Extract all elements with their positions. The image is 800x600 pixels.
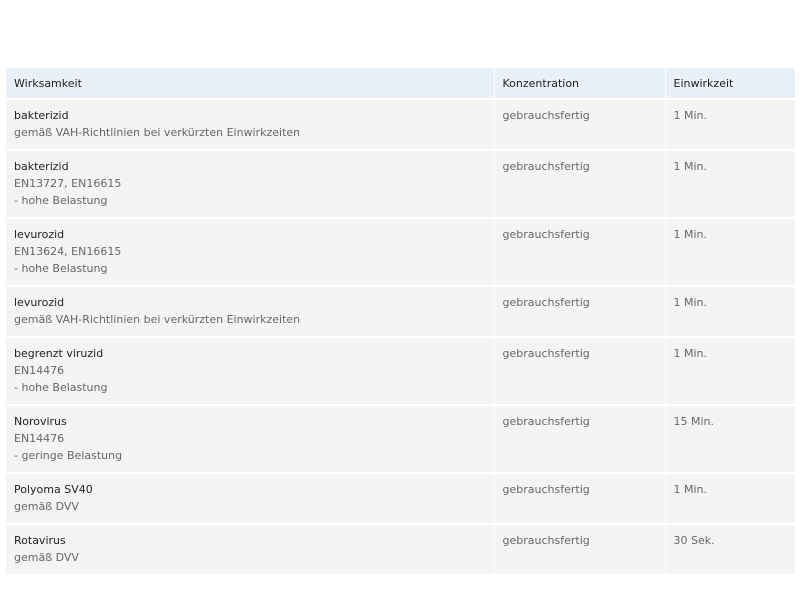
cell-wirksamkeit: Rotavirus gemäß DVV: [6, 523, 495, 574]
table-row: Polyoma SV40 gemäß DVV gebrauchsfertig 1 Mi…: [6, 472, 795, 524]
cell-wirksamkeit: begrenzt viruzid EN14476 - hohe Belastung: [6, 336, 495, 405]
efficacy-detail: EN14476: [14, 364, 65, 377]
header-konzentration: Konzentration: [494, 68, 666, 99]
cell-wirksamkeit: bakterizid EN13727, EN16615 - hohe Belastu…: [6, 149, 495, 218]
efficacy-title: Norovirus: [14, 415, 67, 428]
cell-einwirkzeit: 15 Min.: [665, 404, 795, 473]
cell-konzentration: gebrauchsfertig: [494, 404, 666, 473]
cell-konzentration: gebrauchsfertig: [494, 149, 666, 218]
efficacy-title: Polyoma SV40: [14, 483, 93, 496]
efficacy-detail: - hohe Belastung: [14, 262, 108, 275]
efficacy-detail: - hohe Belastung: [14, 381, 108, 394]
table-row: levurozid EN13624, EN16615 - hohe Belastun…: [6, 217, 795, 286]
efficacy-title: bakterizid: [14, 160, 69, 173]
header-row: Wirksamkeit Konzentration Einwirkzeit: [6, 68, 795, 99]
cell-einwirkzeit: 1 Min.: [665, 217, 795, 286]
cell-einwirkzeit: 1 Min.: [665, 149, 795, 218]
efficacy-detail: EN14476: [14, 432, 65, 445]
efficacy-detail: gemäß VAH-Richtlinien bei verkürzten Ein…: [14, 313, 301, 326]
efficacy-table-container: Wirksamkeit Konzentration Einwirkzeit ba…: [6, 68, 795, 574]
cell-einwirkzeit: 1 Min.: [665, 98, 795, 150]
cell-einwirkzeit: 1 Min.: [665, 472, 795, 524]
efficacy-title: bakterizid: [14, 109, 69, 122]
efficacy-detail: gemäß DVV: [14, 500, 79, 513]
efficacy-table: Wirksamkeit Konzentration Einwirkzeit ba…: [6, 68, 795, 574]
cell-konzentration: gebrauchsfertig: [494, 217, 666, 286]
cell-wirksamkeit: Polyoma SV40 gemäß DVV: [6, 472, 495, 524]
efficacy-detail: - geringe Belastung: [14, 449, 123, 462]
cell-einwirkzeit: 1 Min.: [665, 336, 795, 405]
cell-konzentration: gebrauchsfertig: [494, 472, 666, 524]
efficacy-title: levurozid: [14, 228, 65, 241]
efficacy-detail: - hohe Belastung: [14, 194, 108, 207]
table-row: bakterizid EN13727, EN16615 - hohe Belastu…: [6, 149, 795, 218]
cell-wirksamkeit: levurozid gemäß VAH-Richtlinien bei verkü…: [6, 285, 495, 337]
table-row: levurozid gemäß VAH-Richtlinien bei verkü…: [6, 285, 795, 337]
header-wirksamkeit: Wirksamkeit: [6, 68, 495, 99]
efficacy-title: levurozid: [14, 296, 65, 309]
table-row: begrenzt viruzid EN14476 - hohe Belastung g…: [6, 336, 795, 405]
cell-wirksamkeit: bakterizid gemäß VAH-Richtlinien bei verk…: [6, 98, 495, 150]
cell-konzentration: gebrauchsfertig: [494, 285, 666, 337]
table-header: Wirksamkeit Konzentration Einwirkzeit: [6, 68, 795, 99]
header-einwirkzeit: Einwirkzeit: [665, 68, 795, 99]
efficacy-title: begrenzt viruzid: [14, 347, 104, 360]
efficacy-detail: EN13727, EN16615: [14, 177, 122, 190]
cell-wirksamkeit: levurozid EN13624, EN16615 - hohe Belastun…: [6, 217, 495, 286]
cell-konzentration: gebrauchsfertig: [494, 336, 666, 405]
table-row: Norovirus EN14476 - geringe Belastung gebra…: [6, 404, 795, 473]
table-row: Rotavirus gemäß DVV gebrauchsfertig 30 Sek.: [6, 523, 795, 574]
table-row: bakterizid gemäß VAH-Richtlinien bei verk…: [6, 98, 795, 150]
efficacy-detail: EN13624, EN16615: [14, 245, 122, 258]
cell-konzentration: gebrauchsfertig: [494, 98, 666, 150]
cell-wirksamkeit: Norovirus EN14476 - geringe Belastung: [6, 404, 495, 473]
efficacy-detail: gemäß VAH-Richtlinien bei verkürzten Ein…: [14, 126, 301, 139]
cell-einwirkzeit: 30 Sek.: [665, 523, 795, 574]
efficacy-detail: gemäß DVV: [14, 551, 79, 564]
cell-einwirkzeit: 1 Min.: [665, 285, 795, 337]
efficacy-title: Rotavirus: [14, 534, 66, 547]
cell-konzentration: gebrauchsfertig: [494, 523, 666, 574]
table-body: bakterizid gemäß VAH-Richtlinien bei verk…: [6, 98, 795, 574]
